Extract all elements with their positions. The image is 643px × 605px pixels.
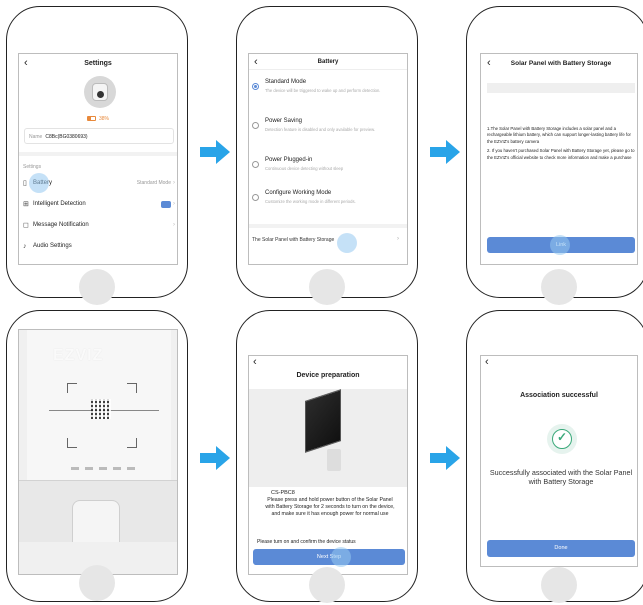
scan-corner [67, 438, 77, 448]
info-text: 1.The Solar Panel with Battery Storage i… [487, 126, 635, 164]
ezviz-logo: EZVIZ [53, 347, 104, 364]
radio-checked-icon[interactable] [252, 83, 259, 90]
device-ports [71, 467, 141, 470]
arrow-right-icon [430, 446, 460, 470]
tap-indicator [337, 233, 357, 253]
camera-image [84, 76, 116, 108]
chevron-right-icon: › [173, 201, 175, 207]
page-title: Settings [84, 60, 112, 67]
tap-indicator [331, 547, 351, 567]
paragraph: 2. If you haven't purchased Solar Panel … [487, 148, 635, 160]
option-title: Power Plugged-in [265, 157, 313, 163]
name-label: Name [29, 134, 43, 140]
scan-corner [127, 438, 137, 448]
scan-corner [67, 383, 77, 393]
option-desc: The device will be triggered to wake up … [265, 88, 381, 93]
success-icon: ✓ [547, 424, 577, 454]
section-label: Settings [23, 164, 42, 170]
grid-icon: ⊞ [23, 201, 29, 208]
phone-step-3: ‹ Solar Panel with Battery Storage 1.The… [466, 6, 643, 305]
radio-icon[interactable] [252, 161, 259, 168]
scan-corner [127, 383, 137, 393]
next-step-button[interactable]: Next Step [253, 549, 405, 565]
home-button[interactable] [79, 269, 115, 305]
solar-panel [305, 389, 341, 453]
phone-step-1: ‹ Settings 38% Name C8Bc(BG0380693) Setti… [6, 6, 188, 305]
page-title: Solar Panel with Battery Storage [510, 60, 612, 67]
option-title: Configure Working Mode [265, 190, 332, 196]
back-icon[interactable]: ‹ [485, 356, 489, 368]
arrow-right-icon [200, 140, 230, 164]
tap-indicator [550, 235, 570, 255]
confirm-checkbox-label[interactable]: Please turn on and confirm the device st… [257, 539, 397, 545]
radio-icon[interactable] [252, 122, 259, 129]
option-desc: Detection feature is disabled and only a… [265, 127, 376, 132]
row-message-notification[interactable]: ◻ Message Notification › [23, 216, 175, 234]
status-badge [161, 200, 171, 208]
battery-status: 38% [19, 116, 177, 122]
home-button[interactable] [309, 567, 345, 603]
solar-panel-info-screen: ‹ Solar Panel with Battery Storage 1.The… [480, 53, 638, 265]
device-preparation-screen: ‹ Device preparation CS-PBC8 Please pres… [248, 355, 408, 575]
radio-icon[interactable] [252, 194, 259, 201]
divider [19, 152, 177, 156]
chevron-right-icon: › [173, 222, 175, 228]
battery-icon [86, 116, 96, 121]
page-title: Device preparation [296, 372, 360, 379]
battery-screen: ‹ Battery Standard Mode The device will … [248, 53, 408, 265]
device-image: EZVIZ [27, 330, 171, 480]
success-message: Successfully associated with the Solar P… [489, 468, 633, 486]
audio-icon: ♪ [23, 242, 27, 250]
phone-step-5: ‹ Device preparation CS-PBC8 Please pres… [236, 310, 418, 603]
row-value: Standard Mode [136, 180, 171, 186]
phone-step-2: ‹ Battery Standard Mode The device will … [236, 6, 418, 305]
arrow-right-icon [200, 446, 230, 470]
phone-step-4: EZVIZ [6, 310, 188, 602]
option-desc: Continuous device detecting without slee… [265, 166, 344, 171]
divider [249, 224, 407, 228]
row-label: Message Notification [33, 222, 89, 228]
chevron-right-icon: › [397, 236, 399, 242]
association-success-screen: ‹ Association successful ✓ Successfully … [480, 355, 638, 567]
option-title: Standard Mode [265, 79, 307, 85]
tap-indicator [29, 173, 49, 193]
option-title: Power Saving [265, 118, 303, 124]
arrow-right-icon [430, 140, 460, 164]
home-button[interactable] [541, 269, 577, 305]
qr-scan-screen: EZVIZ [18, 329, 178, 575]
name-value: C8Bc(BG0380693) [45, 134, 88, 140]
chevron-right-icon: › [173, 180, 175, 186]
header: ‹ Battery [249, 54, 407, 70]
paragraph: 1.The Solar Panel with Battery Storage i… [487, 126, 631, 144]
model-label: CS-PBC8 [271, 490, 295, 496]
row-label: Intelligent Detection [33, 201, 86, 207]
solar-panel-image [249, 389, 407, 487]
row-intelligent-detection[interactable]: ⊞ Intelligent Detection › [23, 195, 175, 213]
option-desc: Customize the working mode in different … [265, 199, 356, 204]
page-title: Association successful [520, 392, 598, 399]
instruction-text: Please press and hold power button of th… [265, 497, 395, 517]
home-button[interactable] [309, 269, 345, 305]
back-icon[interactable]: ‹ [253, 356, 257, 368]
back-icon[interactable]: ‹ [487, 57, 491, 69]
settings-screen: ‹ Settings 38% Name C8Bc(BG0380693) Setti… [18, 53, 178, 265]
device-slot [72, 500, 120, 542]
battery-level: 38% [98, 116, 109, 122]
done-button[interactable]: Done [487, 540, 635, 557]
solar-panel-link[interactable]: The Solar Panel with Battery Storage [252, 237, 334, 243]
panel-stand [327, 449, 341, 471]
bell-icon: ◻ [23, 222, 29, 229]
page-title: Battery [317, 59, 339, 65]
home-button[interactable] [541, 567, 577, 603]
row-label: Audio Settings [33, 243, 72, 249]
phone-step-6: ‹ Association successful ✓ Successfully … [466, 310, 643, 603]
home-button[interactable] [79, 565, 115, 601]
info-banner [487, 83, 635, 93]
row-audio-settings[interactable]: ♪ Audio Settings [23, 237, 175, 255]
device-name-field[interactable]: Name C8Bc(BG0380693) [24, 128, 174, 144]
